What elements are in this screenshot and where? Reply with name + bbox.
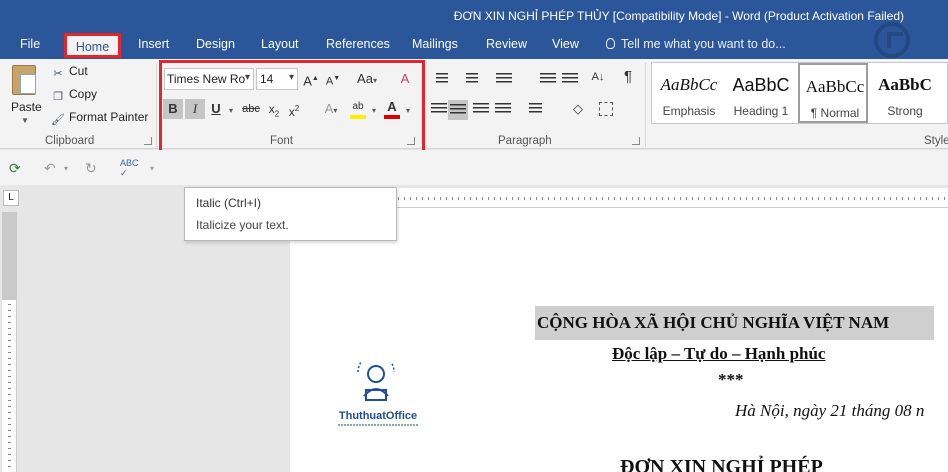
justify-icon[interactable]	[494, 102, 512, 118]
tab-layout[interactable]: Layout	[261, 37, 299, 51]
title-bar: ĐƠN XIN NGHỈ PHÉP THỦY [Compatibility Mo…	[0, 0, 948, 31]
tab-view[interactable]: View	[552, 37, 579, 51]
align-center-icon[interactable]	[448, 100, 468, 120]
align-right-icon[interactable]	[472, 102, 490, 118]
cut-label: Cut	[69, 64, 88, 78]
tell-me-search[interactable]: Tell me what you want to do...	[606, 37, 786, 51]
copy-button[interactable]: ❐ Copy	[51, 87, 97, 104]
customize-qat-arrow[interactable]: ▾	[150, 164, 154, 173]
align-left-icon[interactable]	[430, 102, 448, 118]
style-name: Heading 1	[733, 104, 789, 118]
style-normal[interactable]: AaBbCc ¶ Normal	[798, 63, 868, 123]
redo-icon[interactable]: ↻	[85, 160, 97, 177]
style-heading-1[interactable]: AaBbC Heading 1	[726, 63, 796, 123]
sort-icon[interactable]: A↓	[590, 67, 606, 87]
paragraph-dialog-launcher-icon[interactable]	[632, 137, 640, 145]
tab-design[interactable]: Design	[196, 37, 235, 51]
window-title: ĐƠN XIN NGHỈ PHÉP THỦY [Compatibility Mo…	[453, 9, 904, 23]
clipboard-group-label: Clipboard	[45, 135, 95, 147]
style-sample: AaBbCc	[660, 75, 718, 94]
styles-gallery: AaBbCc Emphasis AaBbC Heading 1 AaBbCc ¶…	[651, 62, 948, 124]
format-painter-button[interactable]: 🖌 Format Painter	[51, 110, 148, 127]
lightbulb-icon	[606, 38, 615, 49]
decrease-indent-icon[interactable]	[538, 71, 556, 87]
tab-home[interactable]: Home	[64, 33, 121, 58]
tab-file[interactable]: File	[20, 37, 40, 51]
vertical-ruler[interactable]	[2, 212, 17, 472]
logo-text: ThuthuatOffice	[338, 410, 418, 422]
tooltip-description: Italicize your text.	[196, 218, 289, 232]
style-sample: AaBbC	[732, 75, 790, 95]
tab-insert[interactable]: Insert	[138, 37, 169, 51]
save-icon[interactable]: ⟳	[9, 160, 21, 177]
tab-references[interactable]: References	[326, 37, 390, 51]
copy-label: Copy	[69, 87, 98, 101]
paste-dropdown-arrow[interactable]: ▼	[21, 116, 29, 125]
styles-group-label: Style	[924, 135, 948, 147]
format-painter-label: Format Painter	[69, 110, 149, 124]
quick-access-toolbar: ⟳ ↶ ▾ ↻ ABC ✓ ▾	[0, 150, 948, 185]
undo-icon[interactable]: ↶	[44, 160, 56, 177]
logo-person-icon	[357, 362, 395, 401]
bullets-icon[interactable]	[432, 71, 450, 87]
shading-icon[interactable]: ◇	[568, 99, 588, 119]
paste-icon[interactable]	[12, 65, 36, 95]
document-date-line: Hà Nội, ngày 21 tháng 08 n	[735, 401, 925, 420]
undo-dropdown-arrow[interactable]: ▾	[64, 164, 68, 173]
multilevel-list-icon[interactable]	[494, 71, 512, 87]
style-name: Strong	[887, 104, 923, 118]
group-separator	[645, 63, 646, 147]
paintbrush-icon: 🖌	[51, 114, 65, 126]
tab-review[interactable]: Review	[486, 37, 527, 51]
line-spacing-icon[interactable]	[526, 102, 544, 118]
copy-icon: ❐	[53, 91, 63, 103]
clipboard-dialog-launcher-icon[interactable]	[144, 137, 152, 145]
group-separator	[156, 63, 157, 147]
numbering-icon[interactable]	[462, 71, 480, 87]
style-name: ¶ Normal	[810, 106, 860, 120]
show-formatting-marks-icon[interactable]: ¶	[621, 67, 635, 87]
borders-icon[interactable]	[598, 102, 616, 118]
document-national-header: CỘNG HÒA XÃ HỘI CHỦ NGHĨA VIỆT NAM	[535, 306, 934, 340]
ribbon-tab-bar: File Home Insert Design Layout Reference…	[0, 31, 948, 59]
style-strong[interactable]: AaBbC Strong	[870, 63, 940, 123]
spelling-check-icon[interactable]: ABC ✓	[120, 158, 139, 179]
logo-tagline	[338, 424, 418, 426]
tab-mailings[interactable]: Mailings	[412, 37, 458, 51]
font-group-highlight	[159, 60, 425, 156]
thuthuatoffice-logo: ThuthuatOffice	[330, 360, 426, 432]
increase-indent-icon[interactable]	[560, 71, 578, 87]
document-motto: Độc lập – Tự do – Hạnh phúc	[612, 344, 826, 363]
ribbon: Paste ▼ ✂ Cut ❐ Copy 🖌 Format Painter Clipb…	[0, 59, 948, 149]
scissors-icon: ✂	[53, 68, 63, 80]
document-title: ĐƠN XIN NGHỈ PHÉP	[620, 456, 823, 472]
document-page[interactable]: CỘNG HÒA XÃ HỘI CHỦ NGHĨA VIỆT NAM Độc l…	[290, 208, 948, 472]
tab-stop-selector[interactable]: L	[3, 190, 19, 206]
style-sample: AaBbC	[878, 75, 932, 94]
document-separator-stars: ***	[718, 370, 744, 389]
italic-tooltip: Italic (Ctrl+I) Italicize your text.	[184, 187, 397, 241]
watermark-logo-icon	[874, 22, 910, 58]
style-emphasis[interactable]: AaBbCc Emphasis	[654, 63, 724, 123]
cut-button[interactable]: ✂ Cut	[51, 64, 88, 81]
style-sample: AaBbCc	[805, 77, 865, 96]
paste-button-label[interactable]: Paste	[11, 100, 42, 114]
paragraph-group-label: Paragraph	[498, 135, 552, 147]
tell-me-placeholder: Tell me what you want to do...	[621, 37, 786, 51]
style-name: Emphasis	[662, 104, 716, 118]
tooltip-title: Italic (Ctrl+I)	[196, 196, 262, 210]
